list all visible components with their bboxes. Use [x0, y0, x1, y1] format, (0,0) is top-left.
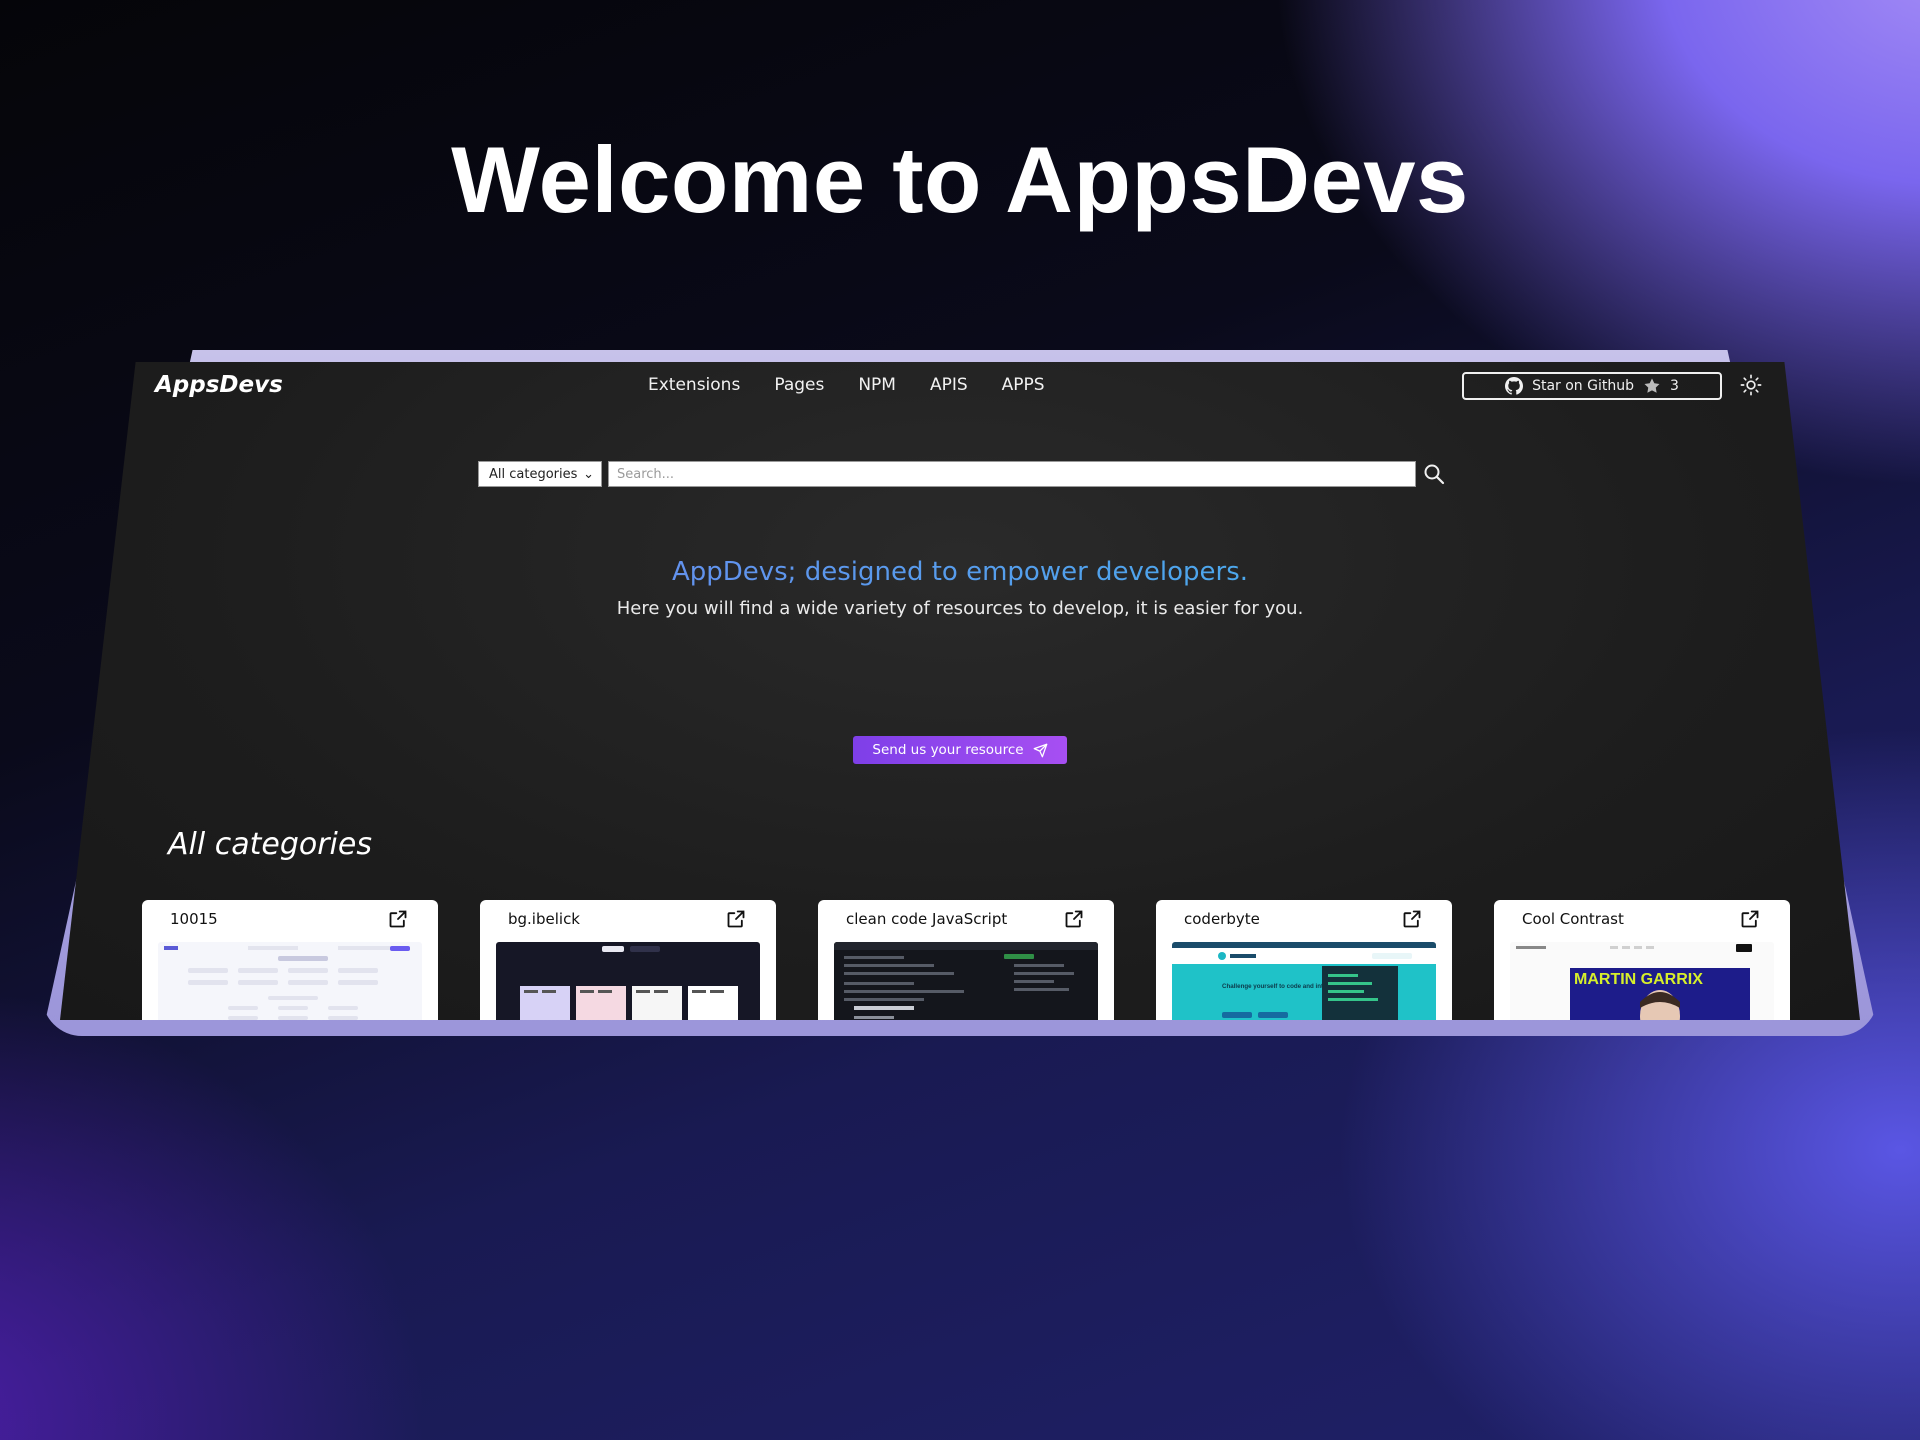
- external-link-icon[interactable]: [726, 909, 746, 929]
- star-icon: [1644, 378, 1660, 393]
- nav-link-npm[interactable]: NPM: [858, 375, 896, 395]
- nav-link-extensions[interactable]: Extensions: [648, 375, 740, 395]
- resource-card[interactable]: coderbyte Challenge yourself to code and…: [1156, 900, 1452, 1020]
- card-title: coderbyte: [1184, 910, 1260, 928]
- preview-graphic: Challenge yourself to code and interview…: [1172, 942, 1436, 1020]
- card-preview-image: MARTIN GARRIX: [1510, 942, 1774, 1020]
- search-icon[interactable]: [1422, 462, 1446, 486]
- card-preview-image: [834, 942, 1098, 1020]
- send-resource-button[interactable]: Send us your resource: [853, 736, 1067, 764]
- card-preview-image: [158, 942, 422, 1020]
- preview-graphic: [164, 946, 410, 1020]
- external-link-icon[interactable]: [388, 909, 408, 929]
- send-resource-label: Send us your resource: [872, 742, 1024, 758]
- nav-link-apis[interactable]: APIS: [930, 375, 968, 395]
- category-select[interactable]: All categories ⌄: [478, 461, 602, 487]
- external-link-icon[interactable]: [1064, 909, 1084, 929]
- nav-link-pages[interactable]: Pages: [774, 375, 824, 395]
- category-select-value: All categories: [489, 466, 578, 482]
- section-title-all-categories: All categories: [168, 827, 372, 862]
- chevron-down-icon: ⌄: [583, 466, 594, 482]
- star-on-github-button[interactable]: Star on Github 3: [1462, 372, 1722, 400]
- card-title: 10015: [170, 910, 218, 928]
- top-navigation-bar: AppsDevs Extensions Pages NPM APIS APPS …: [60, 362, 1860, 408]
- preview-graphic: MARTIN GARRIX: [1516, 944, 1752, 1020]
- site-logo[interactable]: AppsDevs: [155, 372, 283, 398]
- preview-graphic: [834, 942, 1098, 1019]
- promo-headline: Welcome to AppsDevs: [451, 127, 1469, 232]
- paper-plane-icon: [1033, 743, 1047, 757]
- card-preview-image: [496, 942, 760, 1020]
- resource-card[interactable]: bg.ibelick: [480, 900, 776, 1020]
- card-title: clean code JavaScript: [846, 910, 1008, 928]
- nav-link-apps[interactable]: APPS: [1002, 375, 1045, 395]
- external-link-icon[interactable]: [1740, 909, 1760, 929]
- search-input[interactable]: [608, 461, 1416, 487]
- preview-caption: MARTIN GARRIX: [1574, 971, 1703, 988]
- github-label: Star on Github: [1532, 378, 1634, 394]
- resource-card[interactable]: clean code JavaScript: [818, 900, 1114, 1020]
- website-screen: AppsDevs Extensions Pages NPM APIS APPS …: [60, 362, 1860, 1020]
- card-title: Cool Contrast: [1522, 910, 1624, 928]
- search-bar: All categories ⌄: [478, 460, 1446, 488]
- external-link-icon[interactable]: [1402, 909, 1422, 929]
- main-nav: Extensions Pages NPM APIS APPS: [648, 375, 1045, 395]
- resource-card[interactable]: Cool Contrast MARTIN GARRIX: [1494, 900, 1790, 1020]
- card-title: bg.ibelick: [508, 910, 580, 928]
- resource-card-list: 10015 bg.ibelick clean code JavaScript c…: [60, 900, 1860, 1020]
- resource-card[interactable]: 10015: [142, 900, 438, 1020]
- github-icon: [1505, 377, 1524, 395]
- github-star-count: 3: [1670, 378, 1679, 394]
- hero-tagline: AppDevs; designed to empower developers.: [60, 557, 1860, 587]
- card-preview-image: Challenge yourself to code and interview…: [1172, 942, 1436, 1020]
- sun-icon[interactable]: [1740, 374, 1762, 396]
- hero-subtitle: Here you will find a wide variety of res…: [616, 598, 1304, 619]
- preview-graphic: [520, 946, 738, 1020]
